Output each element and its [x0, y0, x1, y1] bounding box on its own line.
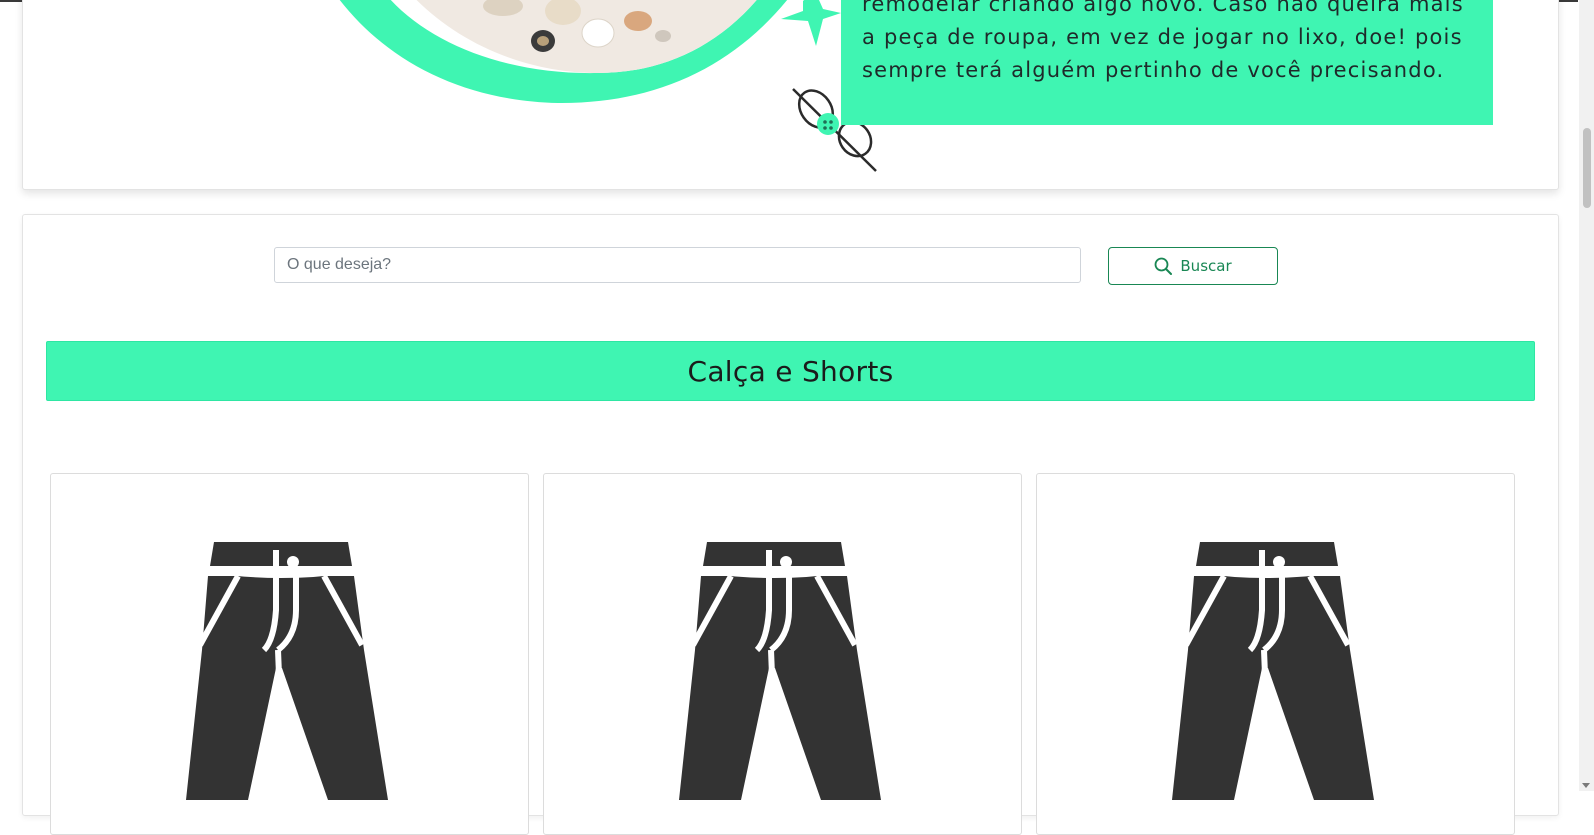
search-icon — [1154, 257, 1173, 275]
scroll-down-arrow-icon[interactable] — [1582, 783, 1590, 788]
hero-text-line-3: sempre terá alguém pertinho de você prec… — [862, 58, 1445, 82]
hero-card: remodelar criando algo novo. Caso não qu… — [22, 0, 1559, 190]
product-card-3[interactable] — [1036, 473, 1515, 835]
product-card-2[interactable] — [543, 473, 1022, 835]
search-button[interactable]: Buscar — [1108, 247, 1278, 285]
pants-icon — [186, 542, 388, 800]
pants-icon — [679, 542, 881, 800]
category-banner: Calça e Shorts — [46, 341, 1535, 401]
product-card-1[interactable] — [50, 473, 529, 835]
hero-text-line-1: remodelar criando algo novo. Caso não qu… — [862, 0, 1464, 16]
scrollbar-thumb[interactable] — [1583, 128, 1591, 208]
hero-text-box: remodelar criando algo novo. Caso não qu… — [841, 0, 1493, 125]
page-scrollbar[interactable] — [1579, 0, 1594, 791]
pants-icon — [1172, 542, 1374, 800]
hero-text: remodelar criando algo novo. Caso não qu… — [862, 0, 1482, 87]
hero-illustration — [339, 0, 892, 172]
category-title: Calça e Shorts — [687, 354, 894, 388]
search-button-label: Buscar — [1180, 257, 1232, 275]
products-section: Buscar Calça e Shorts — [22, 214, 1559, 835]
search-input[interactable] — [274, 247, 1081, 283]
hero-text-line-2: a peça de roupa, em vez de jogar no lixo… — [862, 25, 1463, 49]
